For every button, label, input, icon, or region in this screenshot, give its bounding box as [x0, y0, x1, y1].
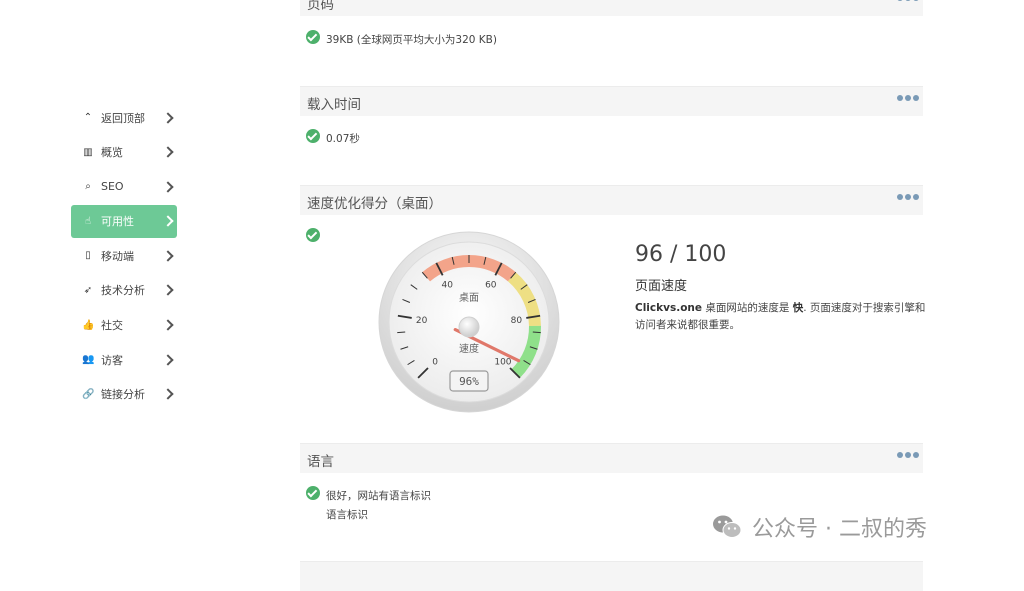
speed-score-description: Clickvs.one 桌面网站的速度是 快. 页面速度对于搜索引擎和访问者来说… [635, 300, 935, 334]
speed-score: 96 / 100 [635, 242, 727, 267]
section-title: 语言 [307, 454, 334, 470]
section-header-next [300, 561, 923, 591]
section-header-speed: 速度优化得分（桌面） [300, 185, 923, 215]
language-value: 很好，网站有语言标识 [326, 490, 431, 502]
speed-gauge: 0 20 40 60 80 100 桌面 速度 96% [378, 231, 560, 413]
sidebar-item-label: 链接分析 [101, 388, 145, 402]
chevron-right-icon [162, 111, 174, 124]
section-header-page-size: 页码 [300, 0, 923, 16]
sidebar-item-label: SEO [101, 180, 124, 194]
sidebar-item-seo[interactable]: ⌕ SEO [71, 170, 177, 203]
gauge-tick-label: 60 [485, 281, 497, 291]
chevron-up-icon: ⌃ [83, 112, 93, 123]
search-icon: ⌕ [85, 181, 91, 193]
sidebar-item-link-analysis[interactable]: 🔗 链接分析 [71, 378, 177, 411]
gauge-tick [532, 331, 541, 334]
sidebar-item-usability[interactable]: ☝ 可用性 [71, 204, 177, 238]
gauge-tick-label: 80 [511, 316, 523, 326]
sidebar-item-label: 技术分析 [101, 284, 145, 298]
thumbs-up-icon: 👍 [82, 319, 95, 331]
watermark-text: 公众号 · 二叔的秀 [752, 517, 927, 542]
sidebar-nav: ⌃ 返回顶部 ▥ 概览 ⌕ SEO ☝ 可用性 ▯ 移动端 ➶ 技术分析 👍 社… [71, 101, 177, 412]
section-header-language: 语言 [300, 443, 923, 473]
speed-score-label: 页面速度 [635, 279, 688, 294]
gauge-bottom-label: 速度 [459, 342, 479, 355]
options-icon[interactable] [897, 452, 919, 458]
mobile-icon: ▯ [85, 250, 91, 262]
sidebar-item-mobile[interactable]: ▯ 移动端 [71, 239, 177, 272]
sidebar-item-label: 访客 [101, 353, 123, 367]
check-icon [306, 228, 320, 242]
speed-verdict: 快 [792, 302, 804, 314]
section-header-load-time: 载入时间 [300, 86, 923, 116]
check-icon [306, 129, 320, 143]
wechat-icon [713, 515, 742, 538]
page-size-value: 39KB (全球网页平均大小为320 KB) [326, 34, 497, 46]
chevron-right-icon [162, 250, 174, 262]
check-icon [306, 486, 320, 500]
link-icon: 🔗 [82, 388, 95, 400]
site-name: Clickvs.one [635, 302, 703, 314]
gauge-tick-label: 0 [432, 357, 438, 367]
sidebar-item-overview[interactable]: ▥ 概览 [71, 136, 177, 169]
chevron-right-icon [162, 388, 174, 400]
sidebar-item-social[interactable]: 👍 社交 [71, 309, 177, 342]
sidebar-item-back-to-top[interactable]: ⌃ 返回顶部 [71, 101, 177, 134]
section-title: 速度优化得分（桌面） [307, 196, 442, 212]
watermark: 公众号 · 二叔的秀 [712, 511, 927, 543]
chevron-right-icon [162, 146, 174, 158]
desc-text-1: 桌面网站的速度是 [702, 302, 793, 314]
gauge-readout: 96% [459, 375, 479, 388]
sidebar-item-label: 可用性 [101, 215, 134, 229]
sidebar-item-label: 概览 [101, 146, 123, 160]
language-sub: 语言标识 [326, 509, 368, 521]
options-icon[interactable] [897, 194, 919, 200]
sidebar-item-label: 返回顶部 [101, 111, 145, 125]
gauge-tick [397, 331, 406, 334]
sidebar-item-label: 移动端 [101, 249, 134, 263]
chevron-right-icon [162, 319, 174, 331]
section-title: 载入时间 [307, 97, 361, 113]
options-icon[interactable] [897, 95, 919, 101]
hand-pointer-icon: ☝ [84, 215, 92, 227]
sidebar-item-visitors[interactable]: 👥 访客 [71, 343, 177, 376]
sidebar-item-label: 社交 [101, 319, 123, 333]
chevron-right-icon [162, 181, 174, 193]
section-title: 页码 [307, 0, 334, 13]
gauge-pivot [458, 316, 480, 338]
gauge-top-label: 桌面 [459, 291, 479, 304]
options-icon[interactable] [897, 0, 919, 1]
gauge-tick-label: 40 [441, 281, 453, 291]
users-icon: 👥 [82, 354, 95, 366]
check-icon [306, 30, 320, 44]
chevron-right-icon [162, 215, 174, 227]
bar-chart-icon: ▥ [83, 146, 93, 158]
gauge-tick-label: 20 [416, 316, 428, 326]
chevron-right-icon [162, 284, 174, 297]
sidebar-item-tech-analysis[interactable]: ➶ 技术分析 [71, 274, 177, 307]
chevron-right-icon [162, 353, 174, 366]
rocket-icon: ➶ [83, 284, 93, 296]
load-time-value: 0.07秒 [326, 133, 360, 145]
gauge-tick-label: 100 [494, 357, 511, 367]
